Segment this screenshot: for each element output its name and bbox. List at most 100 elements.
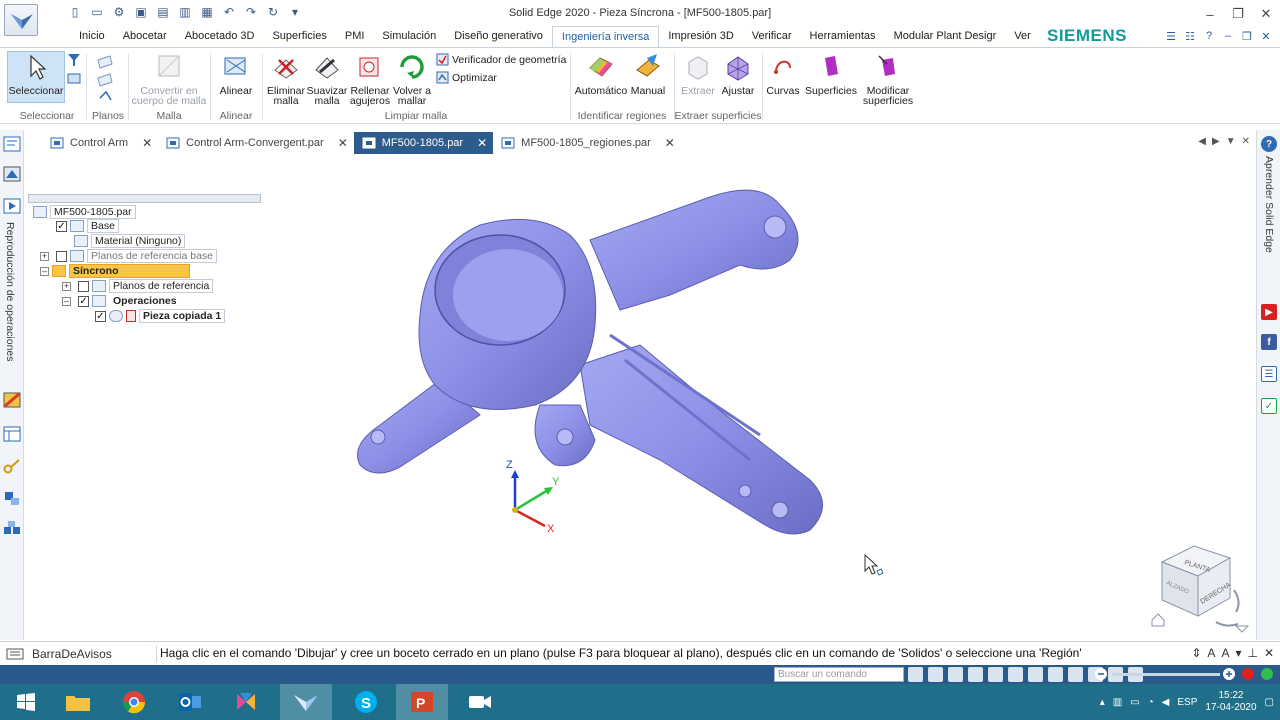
base-checkbox[interactable]: ✓ xyxy=(56,220,67,232)
tab-diseno-generativo[interactable]: Diseño generativo xyxy=(445,26,552,48)
select-filter-icons[interactable] xyxy=(66,52,82,100)
layout-icon[interactable]: ☰ xyxy=(1163,28,1179,44)
tab-ver[interactable]: Ver xyxy=(1005,26,1040,48)
help-circle-icon[interactable]: ? xyxy=(1261,136,1277,152)
network-icon[interactable]: ▥ xyxy=(1113,697,1122,708)
curves-button[interactable]: Curvas xyxy=(764,52,802,96)
rotate-icon[interactable] xyxy=(1008,667,1023,682)
clock[interactable]: 15:22 17-04-2020 xyxy=(1205,690,1256,714)
view-style-icon[interactable] xyxy=(1068,667,1083,682)
measure-icon[interactable] xyxy=(3,490,21,506)
tab-abocetar[interactable]: Abocetar xyxy=(114,26,176,48)
tree-item-operations[interactable]: – ✓ Operaciones xyxy=(62,294,181,308)
tray-expand-icon[interactable]: ▴ xyxy=(1100,697,1105,708)
geometry-checker-button[interactable]: Verificador de geometría xyxy=(436,53,566,66)
ref-planes-checkbox[interactable] xyxy=(78,280,89,292)
zoom-out-icon[interactable] xyxy=(1094,667,1108,681)
collapse-icon[interactable]: – xyxy=(62,296,71,306)
extract-button[interactable]: Extraer xyxy=(678,52,718,96)
pan-icon[interactable] xyxy=(988,667,1003,682)
app-button[interactable] xyxy=(220,684,272,720)
youtube-icon[interactable]: ▶ xyxy=(1261,304,1277,320)
powerpoint-button[interactable]: P xyxy=(396,684,448,720)
automatic-regions-button[interactable]: Automático xyxy=(574,52,628,96)
tab-pmi[interactable]: PMI xyxy=(336,26,374,48)
doc-tab-mf500-1805-regiones[interactable]: MF500-1805_regiones.par ✕ xyxy=(493,132,681,154)
notifications-icon[interactable]: ▢ xyxy=(1265,697,1274,708)
close-tab-icon[interactable]: ✕ xyxy=(142,136,152,150)
surfaces-button[interactable]: Superficies xyxy=(804,52,858,96)
tab-scroll-right-icon[interactable]: ▶ xyxy=(1212,136,1220,147)
pathfinder-icon[interactable] xyxy=(3,136,21,152)
library-icon[interactable] xyxy=(3,426,21,442)
base-ref-planes-checkbox[interactable] xyxy=(56,250,67,262)
solid-edge-taskbar-button[interactable] xyxy=(280,684,332,720)
optimize-button[interactable]: Optimizar xyxy=(436,71,497,84)
skype-button[interactable]: S xyxy=(340,684,392,720)
outlook-button[interactable] xyxy=(164,684,216,720)
battery-icon[interactable]: ▭ xyxy=(1130,697,1139,708)
tab-inicio[interactable]: Inicio xyxy=(70,26,114,48)
start-button[interactable] xyxy=(0,684,52,720)
select-tool[interactable]: Seleccionar xyxy=(7,52,65,96)
zoom-area-icon[interactable] xyxy=(928,667,943,682)
feature-playback-label[interactable]: Reproducción de operaciones xyxy=(4,222,16,362)
close-tab-icon[interactable]: ✕ xyxy=(338,136,348,150)
wifi-icon[interactable]: ◔ xyxy=(1148,697,1154,708)
tree-item-ref-planes[interactable]: + Planos de referencia xyxy=(62,279,214,293)
doc-tab-control-arm-convergent[interactable]: Control Arm-Convergent.par ✕ xyxy=(158,132,354,154)
doc-tab-control-arm[interactable]: Control Arm ✕ xyxy=(42,132,158,154)
tab-modular-plant-design[interactable]: Modular Plant Desigr xyxy=(885,26,1006,48)
sketch-view-icon[interactable] xyxy=(1028,667,1043,682)
dropdown-icon[interactable]: ▾ xyxy=(1235,646,1241,660)
tree-root[interactable]: MF500-1805.par xyxy=(33,205,136,219)
tree-item-material[interactable]: Material (Ninguno) xyxy=(74,234,186,248)
remesh-button[interactable]: Volver a mallar xyxy=(390,52,434,106)
close-icon[interactable]: ✕ xyxy=(1252,0,1280,28)
tab-scroll-left-icon[interactable]: ◀ xyxy=(1198,136,1206,147)
expand-icon[interactable]: + xyxy=(40,251,49,261)
volume-icon[interactable]: ◀ xyxy=(1162,697,1170,708)
smooth-mesh-button[interactable]: Suavizar malla xyxy=(306,52,348,106)
font-size-icon[interactable]: A xyxy=(1207,646,1215,660)
tab-simulacion[interactable]: Simulación xyxy=(373,26,445,48)
zoom-in-icon[interactable] xyxy=(1222,667,1236,681)
list-icon[interactable]: ☷ xyxy=(1182,28,1198,44)
language-indicator[interactable]: ESP xyxy=(1177,697,1197,708)
record-icon[interactable] xyxy=(1241,667,1255,681)
tree-item-base[interactable]: ✓ Base xyxy=(56,219,119,233)
close-tab-icon[interactable]: ✕ xyxy=(477,136,487,150)
ribbon-restore-icon[interactable]: ❐ xyxy=(1239,28,1255,44)
key-icon[interactable] xyxy=(3,458,21,474)
capture-icon[interactable] xyxy=(1260,667,1274,681)
facebook-icon[interactable]: f xyxy=(1261,334,1277,350)
tree-item-base-ref-planes[interactable]: + Planos de referencia base xyxy=(40,249,217,263)
learn-solid-edge-label[interactable]: Aprender Solid Edge xyxy=(1263,156,1275,253)
tree-item-synchronous[interactable]: – Síncrono xyxy=(40,264,190,278)
file-explorer-button[interactable] xyxy=(52,684,104,720)
tree-item-copied-part[interactable]: ✓ Pieza copiada 1 xyxy=(95,309,226,323)
modify-surfaces-button[interactable]: Modificar superficies xyxy=(858,52,918,106)
restore-icon[interactable]: ❐ xyxy=(1224,0,1252,28)
ribbon-close-icon[interactable]: ✕ xyxy=(1258,28,1274,44)
operations-checkbox[interactable]: ✓ xyxy=(78,295,89,307)
scroll-updown-icon[interactable]: ⇕ xyxy=(1191,646,1201,660)
tab-herramientas[interactable]: Herramientas xyxy=(801,26,885,48)
pin-icon[interactable]: ⊥ xyxy=(1247,646,1257,660)
assembly-icon[interactable] xyxy=(3,520,21,536)
font-shrink-icon[interactable]: A xyxy=(1221,646,1229,660)
copied-part-checkbox[interactable]: ✓ xyxy=(95,310,106,322)
doc-tab-mf500-1805[interactable]: MF500-1805.par ✕ xyxy=(353,132,494,154)
shaded-icon[interactable] xyxy=(1048,667,1063,682)
help-icon[interactable]: ? xyxy=(1201,28,1217,44)
tab-ingenieria-inversa[interactable]: Ingeniería inversa xyxy=(551,26,660,48)
command-search-input[interactable]: Buscar un comando xyxy=(774,667,904,682)
adjust-button[interactable]: Ajustar xyxy=(718,52,758,96)
close-prompt-icon[interactable]: ✕ xyxy=(1264,646,1274,660)
tab-close-all-icon[interactable]: ✕ xyxy=(1242,136,1250,147)
pathfinder-header[interactable] xyxy=(28,194,261,203)
expand-icon[interactable]: + xyxy=(62,281,71,291)
convert-mesh-button[interactable]: Convertir en cuerpo de malla xyxy=(130,52,208,106)
tab-impresion-3d[interactable]: Impresión 3D xyxy=(659,26,742,48)
remove-mesh-button[interactable]: Eliminar malla xyxy=(264,52,308,106)
